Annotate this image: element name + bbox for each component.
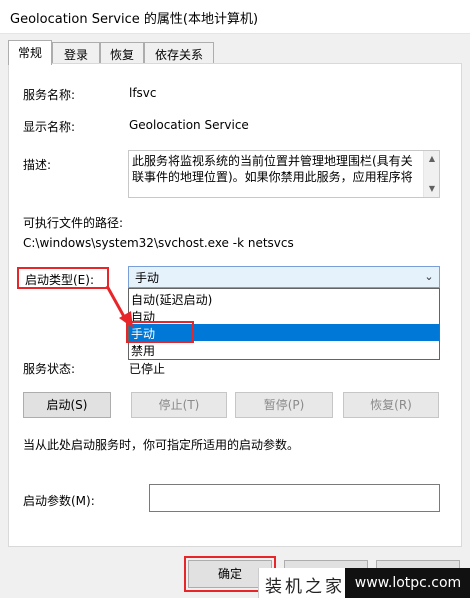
title-bar: Geolocation Service 的属性(本地计算机) — [0, 0, 470, 34]
startup-params-hint: 当从此处启动服务时，你可指定所适用的启动参数。 — [23, 438, 300, 452]
stop-button[interactable]: 停止(T) — [131, 392, 227, 418]
description-scrollbar[interactable]: ▲ ▼ — [423, 151, 439, 197]
resume-button[interactable]: 恢复(R) — [343, 392, 439, 418]
scroll-up-icon[interactable]: ▲ — [424, 151, 439, 167]
watermark-url: www.lotpc.com — [345, 568, 470, 598]
exe-path-label: 可执行文件的路径: — [23, 216, 124, 230]
display-name-value: Geolocation Service — [129, 118, 249, 132]
display-name-label: 显示名称: — [23, 120, 76, 134]
watermark: 装机之家 www.lotpc.com — [258, 568, 470, 598]
description-label: 描述: — [23, 158, 52, 172]
startup-option-disabled[interactable]: 禁用 — [129, 341, 439, 358]
startup-params-label: 启动参数(M): — [23, 494, 95, 508]
tab-dependencies[interactable]: 依存关系 — [144, 42, 214, 64]
description-box[interactable]: 此服务将监视系统的当前位置并管理地理围栏(具有关联事件的地理位置)。如果你禁用此… — [128, 150, 440, 198]
startup-type-value: 手动 — [135, 271, 160, 285]
exe-path-value: C:\windows\system32\svchost.exe -k netsv… — [23, 236, 294, 250]
service-name-value: lfsvc — [129, 86, 157, 100]
window-title: Geolocation Service 的属性(本地计算机) — [10, 12, 259, 27]
description-text: 此服务将监视系统的当前位置并管理地理围栏(具有关联事件的地理位置)。如果你禁用此… — [132, 154, 413, 184]
pause-button[interactable]: 暂停(P) — [235, 392, 333, 418]
red-arrow-icon — [105, 285, 133, 328]
startup-option-auto-delayed[interactable]: 自动(延迟启动) — [129, 290, 439, 307]
startup-type-label: 启动类型(E): — [25, 273, 94, 287]
scroll-down-icon[interactable]: ▼ — [424, 181, 439, 197]
chevron-down-icon[interactable]: ⌄ — [423, 270, 435, 284]
watermark-brand: 装机之家 — [265, 577, 345, 597]
start-button[interactable]: 启动(S) — [23, 392, 111, 418]
startup-params-input[interactable] — [149, 484, 440, 512]
service-status-label: 服务状态: — [23, 362, 76, 376]
general-panel: 服务名称: lfsvc 显示名称: Geolocation Service 描述… — [8, 63, 462, 547]
tab-recovery[interactable]: 恢复 — [100, 42, 144, 64]
service-status-value: 已停止 — [129, 362, 166, 376]
tab-logon[interactable]: 登录 — [52, 42, 100, 64]
startup-type-combo[interactable]: 手动 ⌄ — [128, 266, 440, 288]
tab-general[interactable]: 常规 — [8, 40, 52, 65]
service-name-label: 服务名称: — [23, 88, 76, 102]
